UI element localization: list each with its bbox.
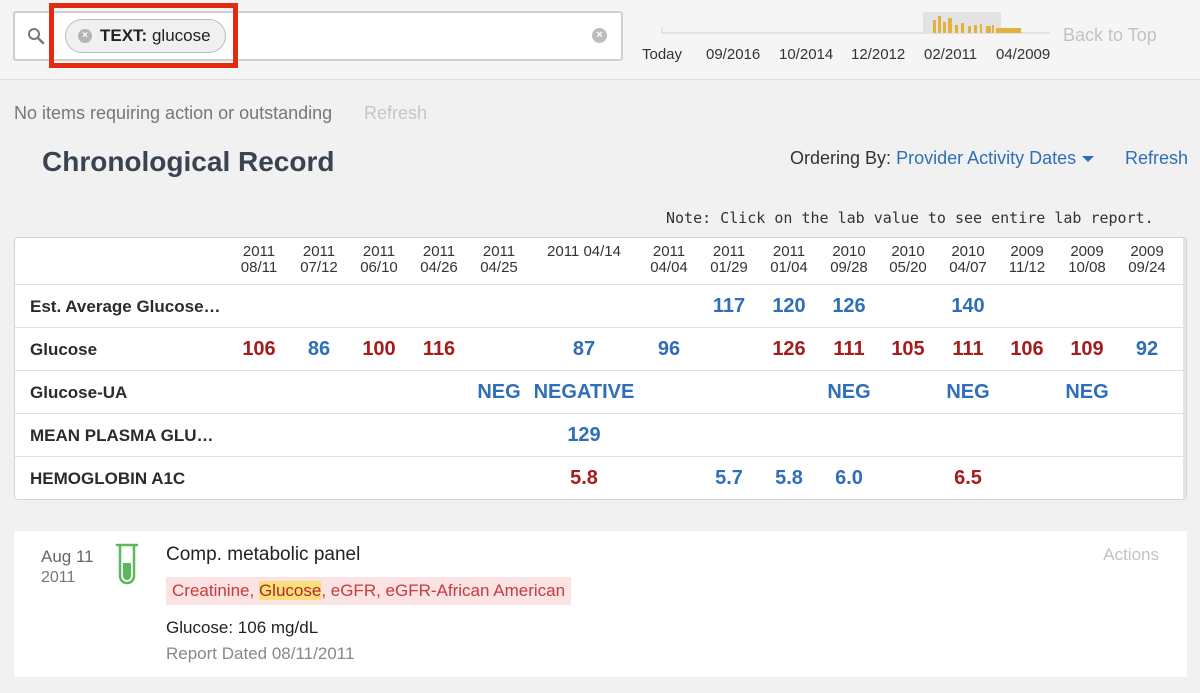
date-column-header: 2011 04/14 [539,244,629,260]
table-header-row: 2011 08/11 2011 07/12 2011 06/10 2011 04/26 2011… [15,238,1186,285]
lab-value-cell[interactable]: 5.8 [759,467,819,490]
lab-value-cell[interactable]: 105 [878,338,938,361]
lab-value-cell[interactable]: 117 [699,295,759,318]
search-box[interactable]: × TEXT: glucose × [13,11,623,61]
timeline-label[interactable]: Today [642,46,682,63]
card-year: 2011 [41,569,76,586]
timeline-label[interactable]: 04/2009 [996,46,1050,63]
tests-before: Creatinine, [172,581,259,600]
search-icon [28,28,45,45]
table-row: Glucose 106 86 100 116 87 96 126 111 105 111 106 109… [15,328,1186,371]
chip-value: glucose [151,26,211,45]
lab-value-cell[interactable]: 100 [349,338,409,361]
caret-down-icon [1082,156,1095,163]
back-to-top-link[interactable]: Back to Top [1063,25,1157,46]
ordering-value: Provider Activity Dates [896,148,1077,168]
lab-value-cell[interactable]: 109 [1057,338,1117,361]
top-bar: × TEXT: glucose × Today 09/2016 10/2014 … [0,0,1200,80]
lab-value-cell[interactable]: NEG [819,381,879,404]
lab-value-cell[interactable]: NEG [469,381,529,404]
row-label: HEMOGLOBIN A1C [30,469,186,488]
timeline-label[interactable]: 09/2016 [706,46,760,63]
lab-value-cell[interactable]: 106 [997,338,1057,361]
result-card[interactable]: Aug 11 2011 Comp. metabolic panel Action… [14,531,1187,677]
status-message: No items requiring action or outstanding [14,103,333,123]
lab-value-cell[interactable]: 126 [759,338,819,361]
lab-value-cell[interactable]: 106 [229,338,289,361]
actions-button[interactable]: Actions [1103,545,1159,565]
table-row: Est. Average Glucose… 117 120 126 140 [15,285,1186,328]
ordering-control: Ordering By: Provider Activity Dates [790,148,1095,169]
date-day: 04/25 [480,259,518,276]
lab-results-table: 2011 08/11 2011 07/12 2011 06/10 2011 04/26 2011… [14,237,1187,500]
table-row: HEMOGLOBIN A1C 5.8 5.7 5.8 6.0 6.5 [15,457,1186,499]
date-year: 2009 [1130,243,1164,260]
row-label: Est. Average Glucose… [30,297,221,316]
lab-value-cell[interactable]: 87 [554,338,614,361]
table-note: Note: Click on the lab value to see enti… [666,209,1154,227]
card-report-date: Report Dated 08/11/2011 [166,644,355,663]
timeline-track [661,12,1050,34]
lab-value-cell[interactable]: 116 [409,338,469,361]
timeline-label[interactable]: 10/2014 [779,46,833,63]
card-result: Glucose: 106 mg/dL [166,618,319,637]
ordering-dropdown[interactable]: Provider Activity Dates [896,148,1095,168]
lab-value-cell[interactable]: 129 [554,424,614,447]
card-date: Aug 11 [41,547,94,566]
remove-chip-icon[interactable]: × [78,29,92,43]
timeline[interactable]: Today 09/2016 10/2014 12/2012 02/2011 04… [640,10,1060,70]
date-column-header: 2011 04/25 [454,244,544,276]
timeline-label[interactable]: 02/2011 [924,46,977,63]
chip-key: TEXT: [100,26,148,45]
table-row: Glucose-UA NEG NEGATIVE NEG NEG NEG [15,371,1186,414]
lab-value-cell[interactable]: 96 [639,338,699,361]
tests-list: Creatinine, Glucose, eGFR, eGFR-African … [166,577,572,605]
search-match-highlight: Glucose [258,581,322,600]
search-filter-chip[interactable]: × TEXT: glucose [65,19,226,53]
date-day: 09/24 [1128,259,1166,276]
clear-search-icon[interactable]: × [592,28,607,43]
lab-value-cell[interactable]: 5.7 [699,467,759,490]
lab-value-cell[interactable]: NEG [938,381,998,404]
card-title[interactable]: Comp. metabolic panel [166,544,360,566]
timeline-label[interactable]: 12/2012 [851,46,905,63]
lab-value-cell[interactable]: 92 [1117,338,1177,361]
lab-value-cell[interactable]: 86 [289,338,349,361]
page-title: Chronological Record [42,146,335,177]
test-tube-icon [115,543,139,585]
lab-value-cell[interactable]: 140 [938,295,998,318]
lab-value-cell[interactable]: NEGATIVE [529,381,639,404]
date-year: 2011 04/14 [547,243,621,260]
lab-value-cell[interactable]: 120 [759,295,819,318]
row-label: Glucose [30,340,98,359]
lab-value-cell[interactable]: 6.5 [938,467,998,490]
lab-value-cell[interactable]: NEG [1057,381,1117,404]
status-refresh-link[interactable]: Refresh [364,103,427,124]
table-row: MEAN PLASMA GLU… 129 [15,414,1186,457]
ordering-label: Ordering By: [790,148,892,168]
date-year: 2011 [482,243,516,260]
lab-value-cell[interactable]: 6.0 [819,467,879,490]
lab-value-cell[interactable]: 126 [819,295,879,318]
refresh-button[interactable]: Refresh [1125,148,1188,169]
lab-value-cell[interactable]: 111 [938,338,998,361]
date-column-header: 2009 09/24 [1102,243,1186,276]
row-label: Glucose-UA [30,383,128,402]
tests-after: , eGFR, eGFR-African American [321,581,566,600]
horizontal-scroll-edge[interactable] [1183,238,1186,499]
row-label: MEAN PLASMA GLU… [30,426,214,445]
lab-value-cell[interactable]: 111 [819,338,879,361]
lab-value-cell[interactable]: 5.8 [554,467,614,490]
